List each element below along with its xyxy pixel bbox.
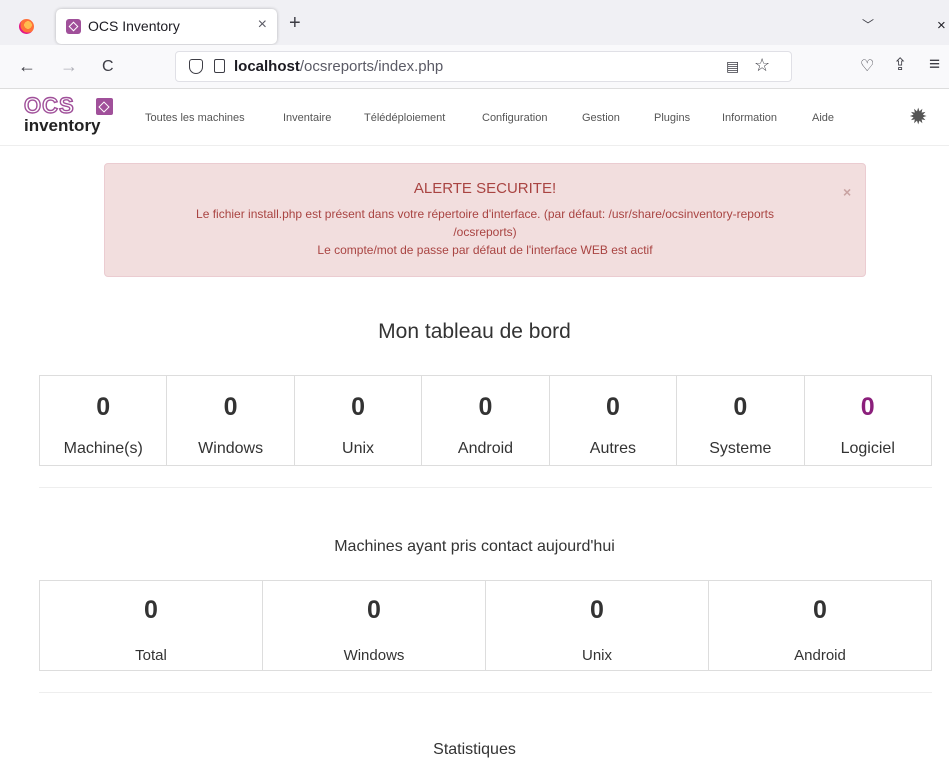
reader-view-icon[interactable]: ▤ <box>726 58 739 75</box>
stat-label: Unix <box>581 647 612 664</box>
stat-label: Windows <box>198 440 264 457</box>
stat-label: Android <box>457 440 514 457</box>
stat-value: 0 <box>478 393 493 421</box>
new-tab-button[interactable]: + <box>289 13 301 33</box>
logo-badge-icon <box>96 98 113 115</box>
stat-value: 0 <box>605 393 620 421</box>
statistics-title: Statistiques <box>433 741 516 758</box>
page-icon <box>214 59 225 73</box>
stat-label: Machine(s) <box>63 440 143 457</box>
stat-value: 0 <box>590 596 604 624</box>
stat-value: 0 <box>351 393 365 421</box>
browser-tab-bar: OCS Inventory × + ﹀ × <box>0 0 949 45</box>
hamburger-menu-icon[interactable]: ≡ <box>929 54 940 76</box>
firefox-icon[interactable] <box>19 19 34 34</box>
menu-teledeploiement[interactable]: Télédéploiement <box>364 112 445 124</box>
menu-toutes-les-machines[interactable]: Toutes les machines <box>145 112 245 124</box>
back-icon[interactable]: ← <box>18 56 36 76</box>
stat-logiciel[interactable]: 0 Logiciel <box>805 376 931 465</box>
contact-android[interactable]: 0 Android <box>709 581 931 670</box>
stat-systeme[interactable]: 0 Systeme <box>677 376 805 465</box>
contact-stats: 0 Total 0 Windows 0 Unix 0 Android <box>39 580 932 671</box>
shield-icon[interactable] <box>189 59 203 74</box>
tab-ocs-inventory[interactable]: OCS Inventory × <box>56 9 277 44</box>
logo-inventory-text: inventory <box>24 116 101 135</box>
stat-windows[interactable]: 0 Windows <box>167 376 295 465</box>
stat-value: 0 <box>733 393 748 421</box>
url-bar[interactable]: localhost/ocsreports/index.php ▤ ☆ <box>175 51 792 82</box>
menu-inventaire[interactable]: Inventaire <box>283 112 331 124</box>
forward-icon[interactable]: → <box>60 56 78 76</box>
alert-line-3: Le compte/mot de passe par défaut de l'i… <box>317 243 653 257</box>
menu-gestion[interactable]: Gestion <box>582 112 620 124</box>
tab-close-icon[interactable]: × <box>258 16 267 34</box>
contact-windows[interactable]: 0 Windows <box>263 581 486 670</box>
stat-unix[interactable]: 0 Unix <box>295 376 423 465</box>
stat-label: Logiciel <box>840 440 895 457</box>
share-icon[interactable]: ⇪ <box>893 55 907 75</box>
contact-total[interactable]: 0 Total <box>40 581 263 670</box>
stat-label: Windows <box>343 647 405 664</box>
stat-value: 0 <box>860 393 875 421</box>
alert-title: ALERTE SECURITE! <box>413 180 557 197</box>
stat-value: 0 <box>813 596 827 624</box>
url-path: /ocsreports/index.php <box>299 58 444 75</box>
stat-value: 0 <box>96 393 111 421</box>
menu-aide[interactable]: Aide <box>812 112 834 124</box>
alert-close-icon[interactable]: × <box>843 184 851 200</box>
gear-icon[interactable]: ✹ <box>909 106 927 128</box>
reload-icon[interactable]: C <box>102 57 114 77</box>
url-text[interactable]: localhost/ocsreports/index.php <box>234 58 443 75</box>
pocket-icon[interactable]: ♡ <box>860 56 874 76</box>
divider <box>39 692 932 693</box>
security-alert: ALERTE SECURITE! Le fichier install.php … <box>104 163 866 277</box>
divider <box>39 487 932 488</box>
bookmark-star-icon[interactable]: ☆ <box>754 55 770 76</box>
alert-line-2: /ocsreports) <box>453 225 517 239</box>
menu-plugins[interactable]: Plugins <box>654 112 690 124</box>
stat-autres[interactable]: 0 Autres <box>550 376 678 465</box>
tab-list-chevron-icon[interactable]: ﹀ <box>862 16 874 33</box>
window-close-icon[interactable]: × <box>937 17 946 34</box>
menu-information[interactable]: Information <box>722 112 777 124</box>
stat-value: 0 <box>144 596 158 624</box>
stat-label: Systeme <box>709 440 772 457</box>
ocs-favicon-icon <box>66 19 81 34</box>
alert-line-1: Le fichier install.php est présent dans … <box>196 207 774 221</box>
stat-value: 0 <box>223 393 238 421</box>
url-host: localhost <box>234 58 300 75</box>
contact-title: Machines ayant pris contact aujourd'hui <box>334 538 615 555</box>
ocs-inventory-logo[interactable]: OCS inventory <box>23 93 124 136</box>
stat-label: Autres <box>589 440 637 457</box>
menu-configuration[interactable]: Configuration <box>482 112 547 124</box>
stat-machines[interactable]: 0 Machine(s) <box>40 376 168 465</box>
dashboard-title: Mon tableau de bord <box>378 320 571 343</box>
stat-label: Android <box>794 647 846 664</box>
app-header: OCS inventory Toutes les machines Invent… <box>0 90 949 146</box>
stat-value: 0 <box>367 596 381 624</box>
browser-nav-bar: ← → C localhost/ocsreports/index.php ▤ ☆… <box>0 45 949 89</box>
logo-ocs-text: OCS <box>23 93 75 118</box>
dashboard-stats: 0 Machine(s) 0 Windows 0 Unix 0 Android … <box>39 375 932 466</box>
stat-android[interactable]: 0 Android <box>422 376 550 465</box>
contact-unix[interactable]: 0 Unix <box>486 581 709 670</box>
tab-title: OCS Inventory <box>88 18 180 34</box>
stat-label: Total <box>135 647 167 664</box>
stat-label: Unix <box>342 440 375 457</box>
